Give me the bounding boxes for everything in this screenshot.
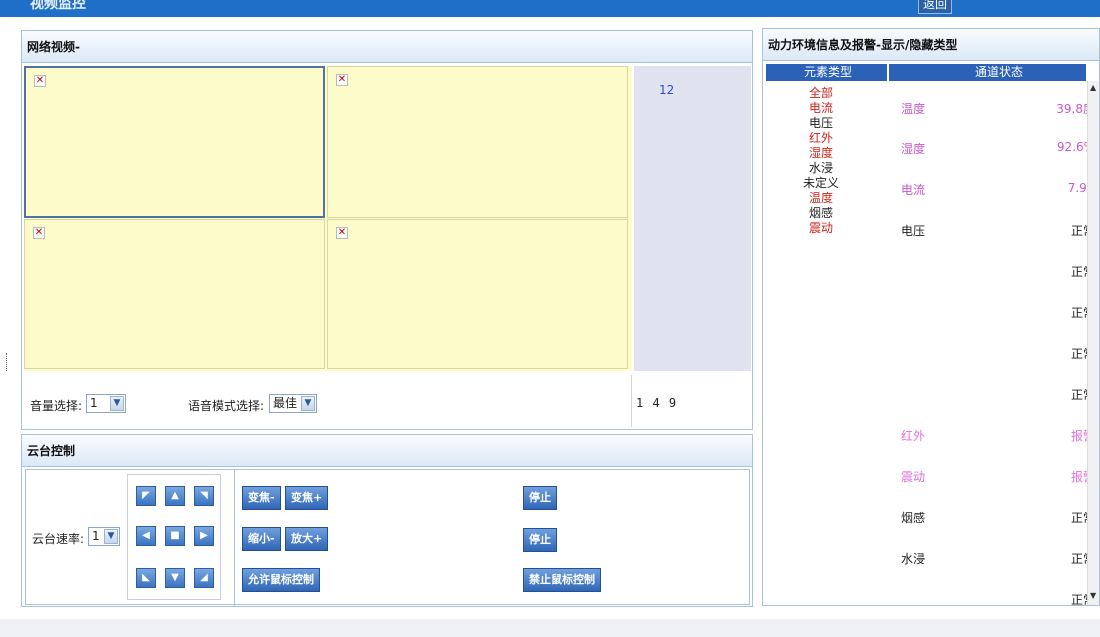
divider: [631, 375, 632, 427]
channel-list: 12: [634, 66, 751, 371]
status-row: 正常: [871, 386, 1099, 404]
status-row: 电压 正常: [871, 222, 1099, 240]
zoom-out-button[interactable]: 缩小-: [242, 527, 281, 551]
video-grid: ✕ ✕ ✕ ✕: [24, 66, 632, 371]
status-name: 红外: [901, 429, 926, 443]
splitter-handle[interactable]: [6, 353, 8, 371]
volume-select[interactable]: 1 ▼: [86, 394, 126, 413]
video-panel: 网络视频- ✕ ✕ ✕ ✕ 12 音量选择: 1 ▼ 语音模式选择: 最佳 ▼ …: [21, 30, 753, 430]
video-cell-4[interactable]: ✕: [327, 219, 628, 369]
ptz-speed-select[interactable]: 1 ▼: [88, 527, 120, 546]
status-row: 震动 报警: [871, 468, 1099, 486]
top-bar: 视频监控 返回: [0, 0, 1100, 17]
type-filter-item[interactable]: 电压: [791, 116, 851, 131]
type-filter-item[interactable]: 温度: [791, 191, 851, 206]
arrow-down-right-icon[interactable]: ◢: [194, 568, 214, 588]
page-title: 视频监控: [30, 0, 86, 12]
broken-image-icon: ✕: [336, 227, 348, 239]
broken-image-icon: ✕: [336, 74, 348, 86]
status-name: 温度: [901, 102, 926, 116]
broken-image-icon: ✕: [34, 75, 46, 87]
status-name: 电流: [901, 183, 926, 197]
stop-square-icon[interactable]: ■: [165, 526, 185, 546]
video-cell-3[interactable]: ✕: [24, 219, 325, 369]
col-status-header: 通道状态: [975, 65, 1024, 79]
scroll-down-icon[interactable]: ▼: [1090, 591, 1096, 600]
focus-minus-button[interactable]: 变焦-: [242, 486, 281, 510]
ptz-panel-title: 云台控制: [22, 435, 752, 467]
arrow-up-icon[interactable]: ▲: [165, 486, 185, 506]
arrow-up-left-icon[interactable]: ◤: [136, 486, 156, 506]
col-type-header: 元素类型: [804, 65, 853, 79]
chevron-down-icon: ▼: [110, 396, 124, 411]
arrow-right-icon[interactable]: ▶: [194, 526, 214, 546]
type-filter-item[interactable]: 震动: [791, 221, 851, 236]
scroll-up-icon[interactable]: ▲: [1090, 83, 1096, 92]
status-name: 水浸: [901, 552, 926, 566]
arrow-up-right-icon[interactable]: ◥: [194, 486, 214, 506]
type-filter-item[interactable]: 水浸: [791, 161, 851, 176]
status-row: 温度 39.8度: [871, 100, 1099, 118]
broken-image-icon: ✕: [33, 227, 45, 239]
divider: [887, 64, 889, 81]
video-cell-2[interactable]: ✕: [327, 66, 628, 218]
status-row: 正常: [871, 591, 1099, 605]
status-name: 电压: [901, 224, 926, 238]
status-row: 水浸 正常: [871, 550, 1099, 568]
status-row: 正常: [871, 263, 1099, 281]
allow-mouse-control-button[interactable]: 允许鼠标控制: [242, 568, 320, 592]
stop-zoom-button[interactable]: 停止: [523, 528, 557, 552]
env-panel: 动力环境信息及报警-显示/隐藏类型 元素类型 通道状态 全部 电流 电压 红外 …: [762, 28, 1100, 606]
env-panel-title[interactable]: 动力环境信息及报警-显示/隐藏类型: [763, 29, 1099, 61]
arrow-down-icon[interactable]: ▼: [165, 568, 185, 588]
channel-item[interactable]: 12: [659, 83, 674, 97]
arrow-down-left-icon[interactable]: ◣: [136, 568, 156, 588]
stop-focus-button[interactable]: 停止: [523, 486, 557, 510]
video-controls: 音量选择: 1 ▼ 语音模式选择: 最佳 ▼ 1 4 9: [24, 375, 751, 427]
footer-bar: [0, 619, 1100, 637]
video-panel-title: 网络视频-: [22, 31, 752, 63]
back-button[interactable]: 返回: [918, 0, 952, 14]
focus-plus-button[interactable]: 变焦+: [285, 486, 329, 510]
status-row: 烟感 正常: [871, 509, 1099, 527]
status-name: 烟感: [901, 511, 926, 525]
ptz-panel: 云台控制 云台速率: 1 ▼ ◤ ▲ ◥ ◀ ■ ▶ ◣ ▼ ◢ 变焦- 变焦+…: [21, 434, 753, 607]
status-row: 正常: [871, 345, 1099, 363]
voice-mode-label: 语音模式选择:: [188, 399, 265, 413]
zoom-in-button[interactable]: 放大+: [285, 527, 329, 551]
ptz-direction-pad: ◤ ▲ ◥ ◀ ■ ▶ ◣ ▼ ◢: [127, 474, 221, 600]
type-filter-item[interactable]: 未定义: [791, 176, 851, 191]
ptz-speed-label: 云台速率:: [32, 532, 85, 546]
ptz-body: 云台速率: 1 ▼ ◤ ▲ ◥ ◀ ■ ▶ ◣ ▼ ◢ 变焦- 变焦+ 缩小- …: [25, 469, 750, 606]
status-row: 湿度 92.6%: [871, 140, 1099, 158]
type-filter-item[interactable]: 红外: [791, 131, 851, 146]
voice-mode-select[interactable]: 最佳 ▼: [269, 394, 317, 413]
layout-switcher[interactable]: 1 4 9: [636, 396, 677, 410]
env-table-header: 元素类型 通道状态: [766, 64, 1086, 81]
arrow-left-icon[interactable]: ◀: [136, 526, 156, 546]
type-filter-item[interactable]: 烟感: [791, 206, 851, 221]
status-row: 红外 报警: [871, 427, 1099, 445]
status-name: 湿度: [901, 142, 926, 156]
type-filter-item[interactable]: 电流: [791, 101, 851, 116]
chevron-down-icon: ▼: [104, 529, 118, 544]
status-row: 正常: [871, 304, 1099, 322]
type-filter-item[interactable]: 湿度: [791, 146, 851, 161]
type-filter-item[interactable]: 全部: [791, 86, 851, 101]
video-cell-1[interactable]: ✕: [24, 66, 325, 218]
divider: [234, 470, 235, 606]
type-filter-list: 全部 电流 电压 红外 湿度 水浸 未定义 温度 烟感 震动: [791, 86, 851, 236]
volume-label: 音量选择:: [30, 399, 83, 413]
chevron-down-icon: ▼: [301, 396, 315, 411]
env-scrollbar[interactable]: ▲ ▼: [1087, 81, 1099, 605]
forbid-mouse-control-button[interactable]: 禁止鼠标控制: [523, 568, 601, 592]
status-row: 电流 7.9A: [871, 181, 1099, 199]
status-name: 震动: [901, 470, 926, 484]
